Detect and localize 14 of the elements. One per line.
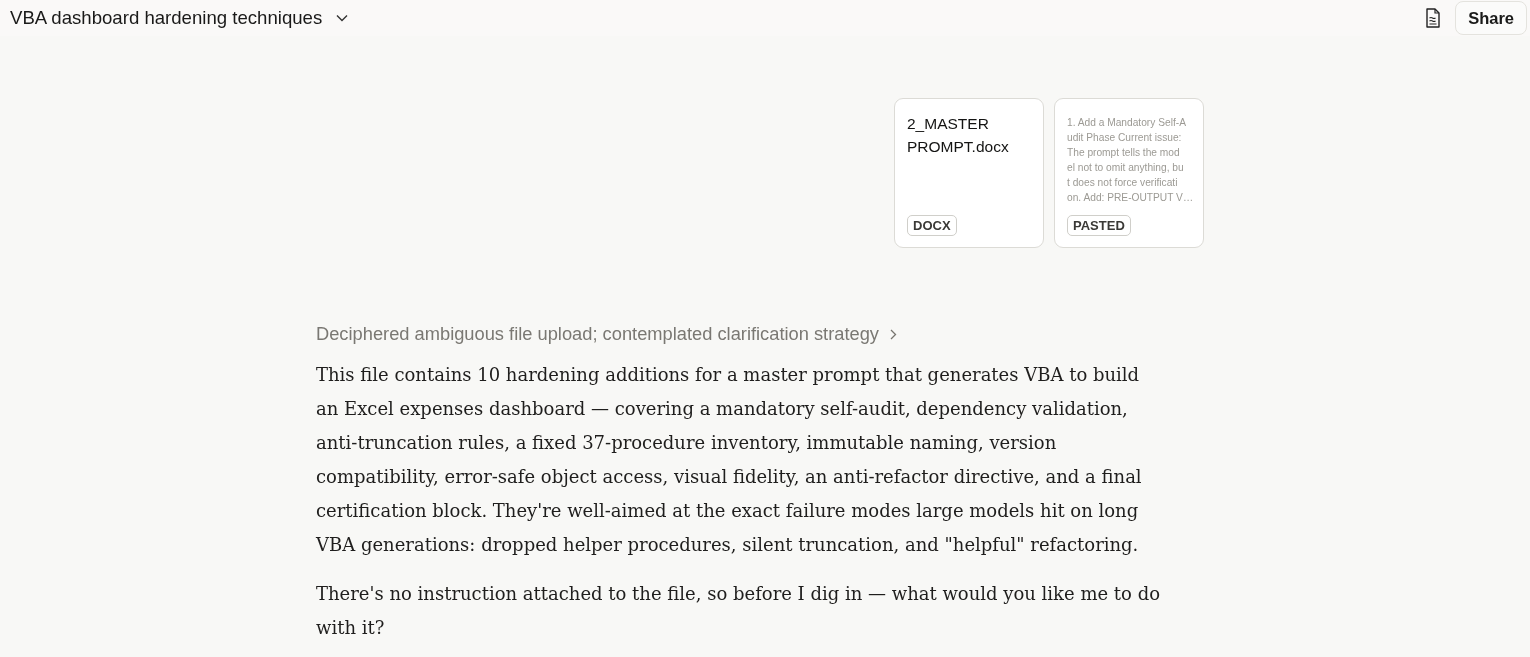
share-button[interactable]: Share bbox=[1455, 1, 1527, 35]
chat-title-button[interactable]: VBA dashboard hardening techniques bbox=[10, 7, 349, 29]
response-paragraph: There's no instruction attached to the file, so before I dig in — what would you like me to do with it? bbox=[316, 582, 1161, 640]
response-paragraph: This file contains 10 hardening additions for a master prompt that generates VBA to build an Excel expenses dashboard — covering a mandatory self-audit, dependency validation, anti-truncation rules, a fixed 37-procedure inventory, immutable naming, version compatibility, error-safe object access, visual fidelity, an anti-refactor directive, and a final certification block. They're well-aimed at the exact failure modes large models hit on long VBA generations: dropped helper procedures, silent truncation, and "helpful" refactoring. bbox=[316, 363, 1143, 557]
document-icon[interactable] bbox=[1425, 8, 1442, 28]
chevron-right-icon bbox=[890, 328, 897, 340]
pasted-text-card[interactable]: 1. Add a Mandatory Self-A udit Phase Current issue: The prompt tells the mod el not to omit anything, bu t does not force verificati on. Add: PRE-OUTPUT V… PASTED bbox=[1054, 98, 1204, 248]
file-card[interactable]: 2_MASTER PROMPT.docx DOCX bbox=[894, 98, 1044, 248]
file-name: 2_MASTER PROMPT.docx bbox=[907, 114, 1010, 157]
file-type-tag: DOCX bbox=[907, 215, 957, 236]
thinking-summary-toggle[interactable]: Deciphered ambiguous file upload; contemplated clarification strategy bbox=[316, 323, 897, 345]
file-type-tag: PASTED bbox=[1067, 215, 1131, 236]
chevron-down-icon bbox=[336, 14, 349, 22]
pasted-text-preview: 1. Add a Mandatory Self-A udit Phase Current issue: The prompt tells the mod el not to omit anything, bu t does not force verificati on. Add: PRE-OUTPUT V… bbox=[1067, 116, 1191, 205]
